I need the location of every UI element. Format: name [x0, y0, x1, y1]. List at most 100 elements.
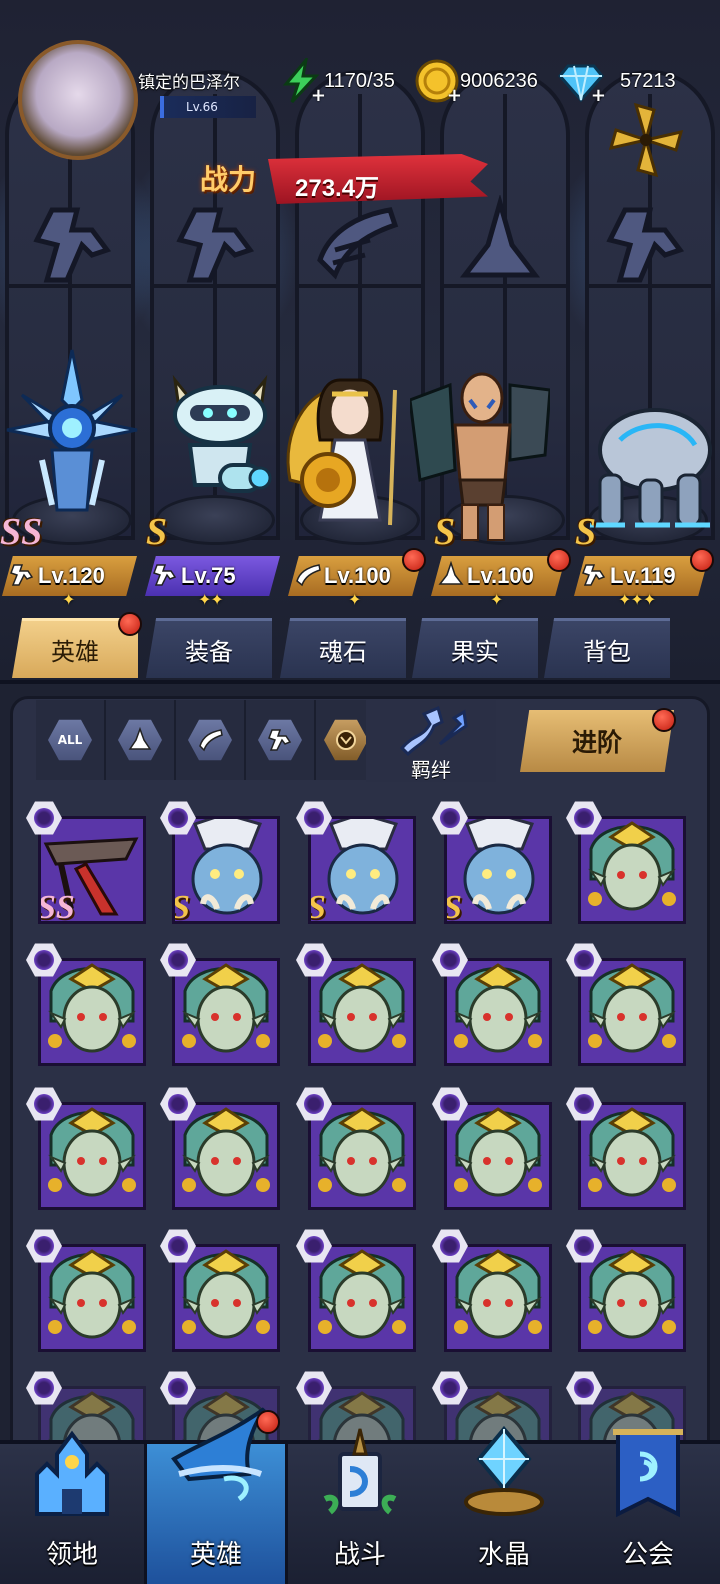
nav-label: 战斗: [333, 1540, 386, 1570]
tab-backpack[interactable]: 背包: [544, 618, 670, 678]
player-level: Lv.66: [160, 96, 256, 118]
hero-stars: ✦✦✦: [618, 590, 656, 609]
gold-resource[interactable]: + 9006236: [414, 58, 538, 106]
tab-fruits[interactable]: 果实: [412, 618, 538, 678]
spire-class-icon: [437, 560, 465, 589]
nav-label: 水晶: [477, 1540, 530, 1570]
hero-card[interactable]: [38, 1244, 146, 1352]
plus-icon: +: [310, 85, 326, 106]
tab-soulstones[interactable]: 魂石: [280, 618, 406, 678]
notification-dot: [256, 1410, 280, 1434]
hero-card[interactable]: [444, 1244, 552, 1352]
diamond-icon: +: [558, 58, 606, 106]
wing-class-icon: [199, 729, 223, 752]
card-rank-badge: S: [308, 889, 326, 924]
hero-card[interactable]: [172, 958, 280, 1066]
plus-icon: +: [446, 85, 462, 106]
elf-portrait: [581, 961, 683, 1063]
nav-label: 领地: [45, 1540, 98, 1570]
hero-card[interactable]: [38, 1102, 146, 1210]
filter-faction[interactable]: [324, 719, 368, 761]
elf-portrait: [311, 961, 413, 1063]
orc-portrait: [311, 819, 413, 921]
energy-resource[interactable]: + 1170/35: [278, 54, 395, 106]
wrench-class-icon: [8, 561, 36, 589]
nav-label: 英雄: [189, 1540, 242, 1570]
category-tabs: 英雄 装备 魂石 果实 背包: [0, 612, 720, 680]
hero-card[interactable]: [172, 1244, 280, 1352]
spire-class-icon: [128, 727, 152, 750]
hero-level-text: Lv.100: [467, 563, 534, 588]
gem-value: 57213: [620, 69, 676, 92]
hero-stars: ✦: [490, 590, 503, 609]
team-scene: SS S S S Lv.120 Lv.75 Lv.100 Lv.100 Lv.1…: [0, 0, 720, 680]
filter-wrench-class[interactable]: [258, 719, 302, 761]
plus-icon: +: [590, 85, 606, 106]
elf-portrait: [311, 1247, 413, 1349]
sword-icon: [310, 1424, 410, 1524]
hero-card[interactable]: [308, 958, 416, 1066]
nav-heroes[interactable]: 英雄: [144, 1407, 288, 1584]
hero-card[interactable]: [444, 1102, 552, 1210]
tab-equipment[interactable]: 装备: [146, 618, 272, 678]
gem-resource[interactable]: + 57213: [558, 58, 676, 106]
elf-portrait: [175, 1247, 277, 1349]
hero-figure-robot-cat[interactable]: [150, 360, 290, 560]
hero-card[interactable]: [172, 1102, 280, 1210]
filter-spire-class[interactable]: [118, 719, 162, 761]
wrench-class-icon: [268, 729, 292, 751]
player-name: 镇定的巴泽尔: [138, 73, 240, 93]
combat-power: 战力 273.4万: [200, 140, 500, 220]
hero-card[interactable]: [308, 1102, 416, 1210]
hero-card[interactable]: [578, 958, 686, 1066]
filter-slot: [176, 700, 246, 780]
combat-power-value: 273.4万: [295, 175, 380, 202]
elf-portrait: [41, 961, 143, 1063]
hero-stars: ✦: [348, 590, 361, 609]
nav-crystal[interactable]: 水晶: [432, 1425, 576, 1584]
player-avatar[interactable]: [18, 40, 138, 160]
notification-dot: [547, 548, 571, 572]
hero-rank-badge: S: [434, 511, 456, 553]
filter-wing-class[interactable]: [188, 719, 232, 761]
hero-card[interactable]: [578, 1102, 686, 1210]
wrench-emblem-icon: [22, 195, 122, 295]
card-rank-badge: S: [444, 889, 462, 924]
hero-rank-badge: S: [575, 511, 597, 553]
advance-button[interactable]: 进阶: [520, 710, 674, 772]
crystal-icon: [454, 1424, 554, 1524]
hero-level-text: Lv.120: [38, 563, 105, 588]
hero-card[interactable]: [578, 1244, 686, 1352]
elf-portrait: [581, 819, 683, 921]
combat-power-label: 战力: [200, 163, 257, 196]
energy-bolt-icon: +: [278, 54, 326, 106]
settings-pinwheel-icon[interactable]: [606, 100, 686, 180]
nav-battle[interactable]: 战斗: [288, 1428, 432, 1584]
notification-dot: [118, 612, 142, 636]
nav-guild[interactable]: 公会: [576, 1429, 720, 1584]
hero-rank-badge: S: [146, 511, 168, 553]
elf-portrait: [581, 1105, 683, 1207]
orc-portrait: [175, 819, 277, 921]
hero-card[interactable]: [38, 958, 146, 1066]
hero-level-text: Lv.75: [181, 563, 236, 588]
filter-slot: [246, 700, 316, 780]
hero-card[interactable]: [308, 1244, 416, 1352]
elf-portrait: [41, 1105, 143, 1207]
banner-icon: [598, 1424, 698, 1524]
hero-card[interactable]: [444, 958, 552, 1066]
filter-all[interactable]: ALL: [48, 719, 92, 761]
nav-territory[interactable]: 领地: [0, 1430, 144, 1584]
elf-portrait: [581, 1247, 683, 1349]
notification-dot: [402, 548, 426, 572]
elf-portrait: [175, 1105, 277, 1207]
hero-figure-valkyrie[interactable]: [280, 350, 420, 550]
bond-button[interactable]: 羁绊: [366, 700, 496, 782]
energy-value: 1170/35: [324, 69, 395, 92]
filter-slot: [106, 700, 176, 780]
card-rank-badge: SS: [38, 889, 75, 924]
beast-faction-icon: [336, 730, 356, 750]
elf-portrait: [175, 961, 277, 1063]
castle-icon: [22, 1424, 122, 1524]
bottom-navigation: 领地 英雄 战斗 水晶 公会: [0, 1407, 720, 1584]
